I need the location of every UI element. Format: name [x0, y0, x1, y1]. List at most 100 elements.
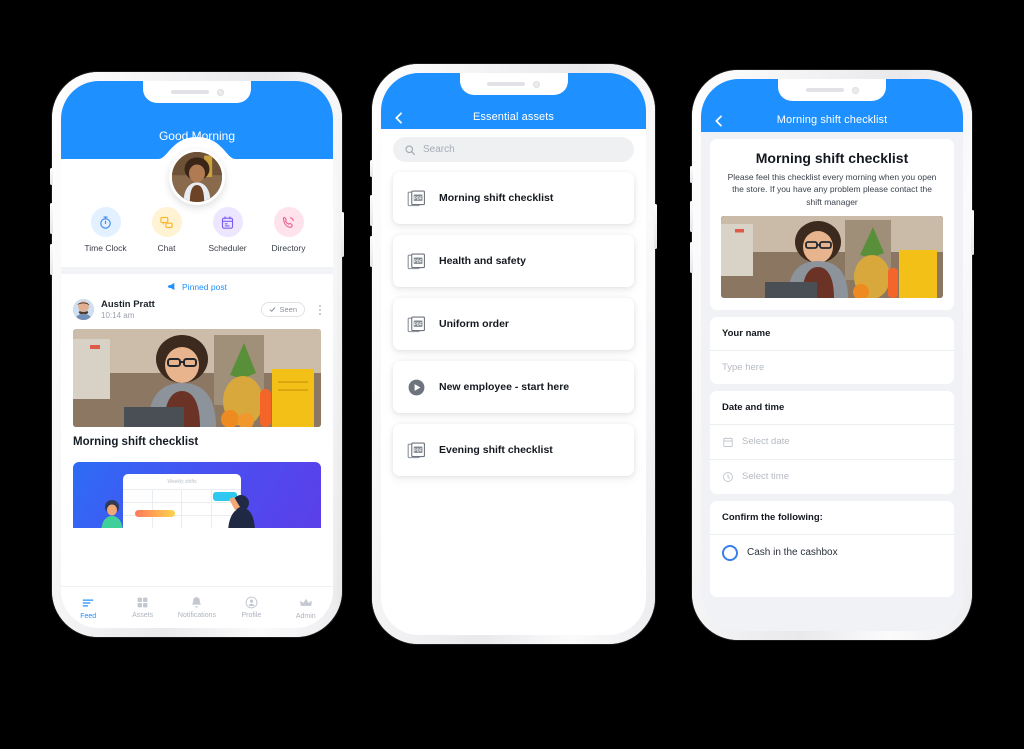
- power-button[interactable]: [971, 210, 974, 255]
- post-title: Morning shift checklist: [73, 436, 199, 448]
- power-button[interactable]: [654, 204, 657, 249]
- status-badge-seen[interactable]: Seen: [261, 302, 305, 317]
- pinned-post-banner: Pinned post: [61, 274, 333, 297]
- post-meta: Austin Pratt 10:14 am: [101, 299, 254, 320]
- search-icon: [405, 144, 416, 155]
- phone-2-essential-assets: Essential assets Search PDF Morning shif…: [370, 64, 657, 644]
- volume-up-button[interactable]: [50, 203, 53, 234]
- volume-down-button[interactable]: [50, 244, 53, 275]
- time-picker[interactable]: Select time: [710, 460, 954, 494]
- svg-text:PDF: PDF: [414, 258, 423, 263]
- seen-label: Seen: [279, 305, 297, 314]
- list-item[interactable]: PDF Uniform order: [393, 298, 634, 350]
- page-title: Morning shift checklist: [776, 114, 888, 126]
- tab-profile[interactable]: Profile: [224, 596, 278, 619]
- quick-action-chat[interactable]: Chat: [139, 207, 195, 253]
- notch: [778, 79, 886, 101]
- bell-icon: [192, 597, 202, 608]
- checkbox-label: Cash in the cashbox: [747, 547, 838, 559]
- assets-body: Search PDF Morning shift checklist PDF H…: [381, 129, 646, 635]
- avatar-photo: [172, 152, 222, 202]
- quick-action-time-clock[interactable]: Time Clock: [78, 207, 134, 253]
- list-item[interactable]: PDF Health and safety: [393, 235, 634, 287]
- post-photo: [73, 329, 321, 427]
- screenshot-stage: Good Morning Time Clock Chat Scheduler D…: [0, 0, 1024, 749]
- schedule-sheet: Weekly shifts: [123, 474, 241, 528]
- phone-1-screen: Good Morning Time Clock Chat Scheduler D…: [61, 81, 333, 628]
- datetime-form-card: Date and time Select date Select time: [710, 390, 954, 494]
- author-avatar[interactable]: [73, 299, 94, 320]
- list-item[interactable]: New employee - start here: [393, 361, 634, 413]
- speaker-grill-icon: [170, 90, 209, 94]
- document-photo: [721, 215, 943, 298]
- stopwatch-icon: [90, 207, 121, 237]
- mute-switch[interactable]: [690, 166, 693, 183]
- author-avatar-photo: [73, 299, 94, 320]
- post-more-menu-icon[interactable]: [319, 304, 321, 315]
- weekly-shifts-illustration[interactable]: Weekly shifts: [73, 462, 321, 528]
- post-image[interactable]: [73, 329, 321, 427]
- volume-down-button[interactable]: [690, 242, 693, 273]
- name-input[interactable]: Type here: [710, 351, 954, 384]
- tab-admin[interactable]: Admin: [279, 596, 333, 620]
- volume-up-button[interactable]: [690, 201, 693, 232]
- tab-label: Notifications: [177, 612, 217, 619]
- volume-down-button[interactable]: [370, 236, 373, 267]
- checklist-scroll: Morning shift checklist Please feel this…: [701, 132, 963, 597]
- checkbox-cash-in-cashbox[interactable]: [722, 544, 738, 561]
- time-placeholder: Select time: [742, 471, 789, 483]
- back-chevron-icon[interactable]: [711, 113, 727, 129]
- mute-switch[interactable]: [50, 168, 53, 185]
- quick-action-directory[interactable]: Directory: [261, 207, 317, 253]
- post-timestamp: 10:14 am: [101, 311, 135, 320]
- speaker-grill-icon: [805, 88, 844, 92]
- tab-label: Profile: [241, 612, 262, 619]
- front-camera-icon: [533, 80, 540, 88]
- page-title: Essential assets: [472, 111, 555, 123]
- date-placeholder: Select date: [742, 436, 790, 448]
- date-picker[interactable]: Select date: [710, 425, 954, 460]
- front-camera-icon: [851, 86, 859, 94]
- speaker-grill-icon: [487, 82, 525, 86]
- tab-notifications[interactable]: Notifications: [170, 596, 224, 619]
- volume-up-button[interactable]: [370, 195, 373, 226]
- phone-2-inner: Essential assets Search PDF Morning shif…: [381, 73, 646, 635]
- bottom-tab-bar: Feed Assets Notifications Profile Admin: [61, 586, 333, 628]
- check-icon: [270, 307, 276, 312]
- feed-icon: [82, 598, 94, 607]
- asset-name: Evening shift checklist: [439, 444, 553, 456]
- search-input[interactable]: Search: [393, 137, 634, 162]
- calendar-icon: [212, 207, 243, 237]
- grid-icon: [137, 597, 148, 608]
- illustration-caption: Weekly shifts: [167, 479, 197, 485]
- tab-assets[interactable]: Assets: [116, 596, 170, 619]
- checkbox-row[interactable]: Cash in the cashbox: [710, 535, 954, 571]
- back-chevron-icon[interactable]: [391, 110, 407, 126]
- quick-actions-row: Time Clock Chat Scheduler Directory: [61, 201, 333, 267]
- name-section-label: Your name: [710, 317, 954, 351]
- pdf-icon: PDF: [407, 190, 425, 206]
- document-description: Please feel this checklist every morning…: [727, 172, 937, 207]
- svg-text:PDF: PDF: [414, 447, 423, 452]
- tab-feed[interactable]: Feed: [61, 596, 115, 620]
- play-icon: [408, 379, 425, 395]
- name-placeholder: Type here: [722, 361, 765, 373]
- pdf-icon: PDF: [407, 253, 425, 269]
- greeting-text: Good Morning: [158, 129, 236, 143]
- user-avatar[interactable]: [169, 149, 225, 205]
- power-button[interactable]: [341, 212, 344, 257]
- phone-2-screen: Essential assets Search PDF Morning shif…: [381, 73, 646, 635]
- person-right-illustration: [228, 495, 255, 528]
- document-title: Morning shift checklist: [755, 150, 909, 166]
- feed-separator: [61, 267, 333, 274]
- tab-label: Assets: [132, 612, 154, 619]
- list-item[interactable]: PDF Morning shift checklist: [393, 172, 634, 224]
- list-item[interactable]: PDF Evening shift checklist: [393, 424, 634, 476]
- asset-list: PDF Morning shift checklist PDF Health a…: [393, 172, 634, 476]
- notch: [459, 73, 568, 95]
- name-form-card: Your name Type here: [710, 316, 954, 384]
- mute-switch[interactable]: [370, 160, 373, 177]
- post-author-name: Austin Pratt: [101, 299, 155, 310]
- pdf-icon: PDF: [407, 316, 425, 332]
- quick-action-scheduler[interactable]: Scheduler: [200, 207, 256, 253]
